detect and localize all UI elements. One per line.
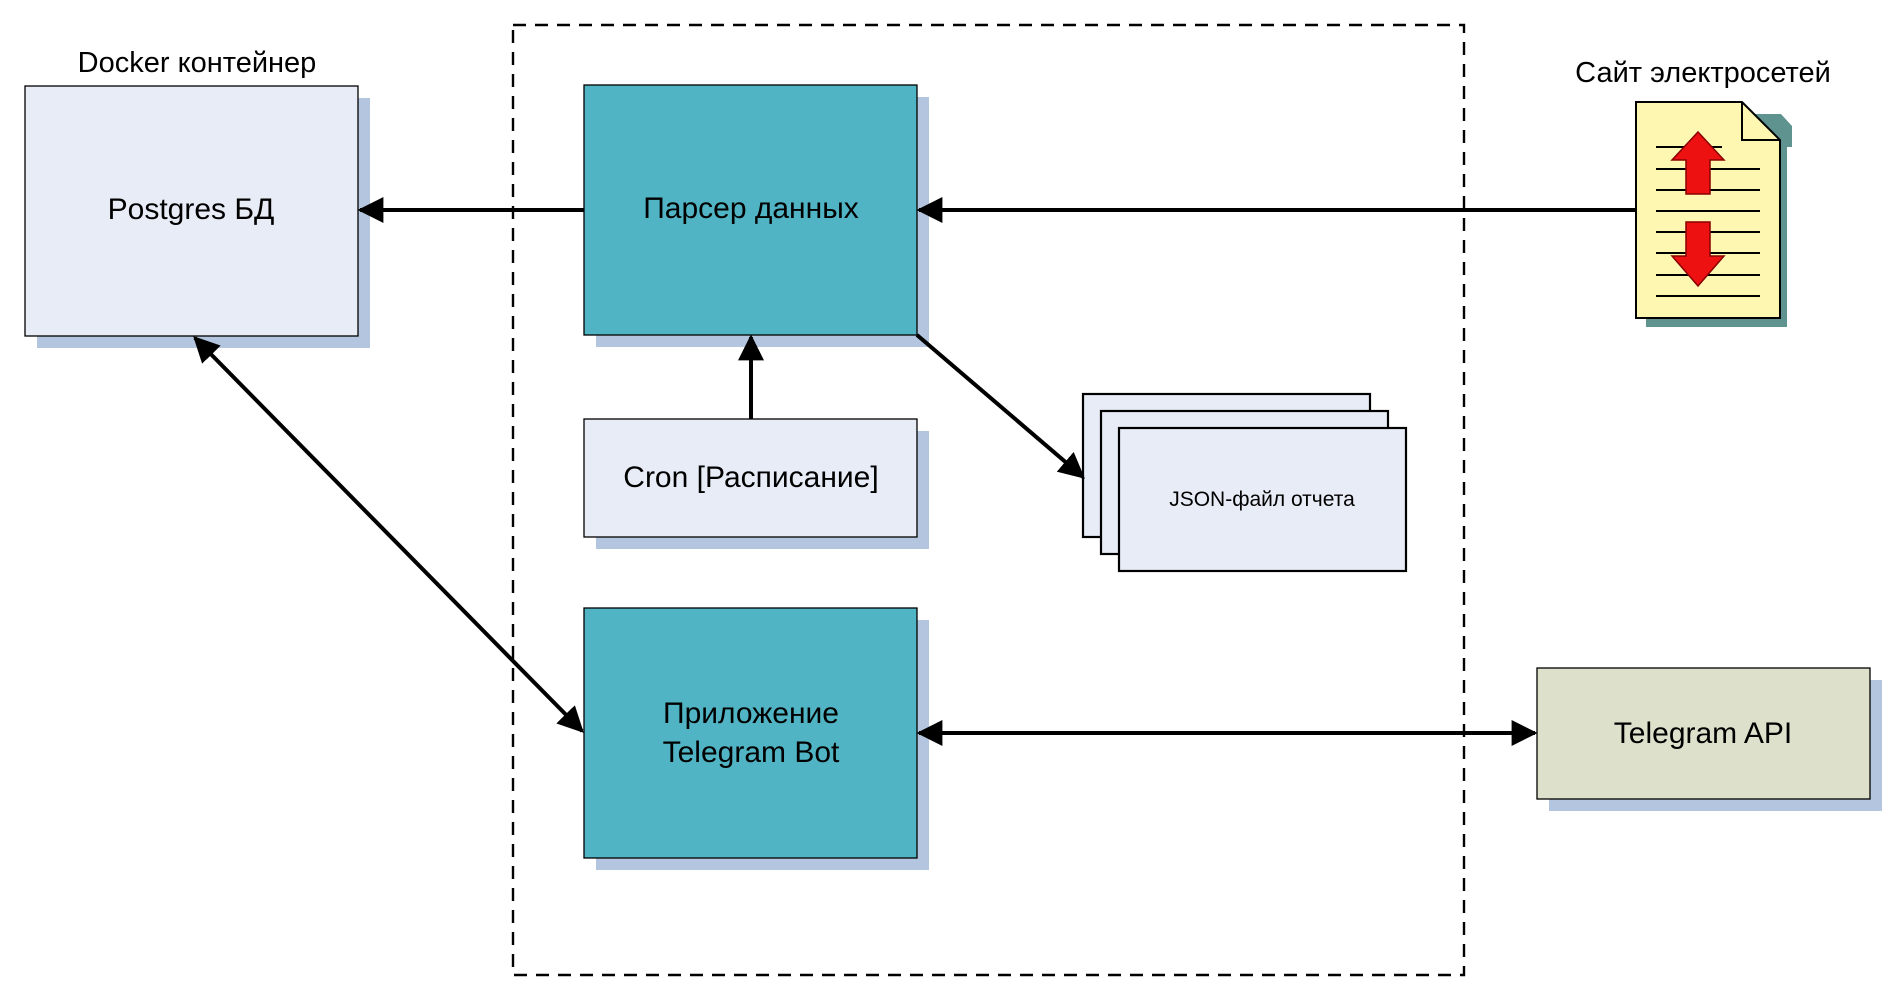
telegram-bot-box <box>583 607 918 859</box>
web-document-icon <box>1635 101 1792 327</box>
arrow-postgres-telegram-bot-bidirectional <box>193 336 584 733</box>
telegram-api-label: Telegram API <box>1614 717 1792 750</box>
json-report-node[interactable]: JSON-файл отчета <box>1081 392 1408 573</box>
docker-container-label: Docker контейнер <box>78 47 317 79</box>
telegram-bot-label-line1: Приложение <box>663 697 839 730</box>
architecture-diagram: Docker контейнер Postgres БД Парсер данн… <box>24 23 1882 977</box>
json-report-label: JSON-файл отчета <box>1169 488 1355 511</box>
parser-node[interactable]: Парсер данных <box>583 84 929 347</box>
postgres-db-label: Postgres БД <box>108 193 275 226</box>
cron-label: Cron [Расписание] <box>623 461 878 494</box>
parser-label: Парсер данных <box>643 192 859 225</box>
telegram-api-node[interactable]: Telegram API <box>1536 667 1882 811</box>
arrow-parser-to-json-report <box>915 333 1085 479</box>
postgres-db-node[interactable]: Postgres БД <box>24 85 370 348</box>
telegram-bot-node[interactable]: Приложение Telegram Bot <box>583 607 929 870</box>
cron-node[interactable]: Cron [Расписание] <box>583 418 929 549</box>
telegram-bot-label-line2: Telegram Bot <box>663 736 840 769</box>
site-label: Сайт электросетей <box>1575 57 1831 89</box>
